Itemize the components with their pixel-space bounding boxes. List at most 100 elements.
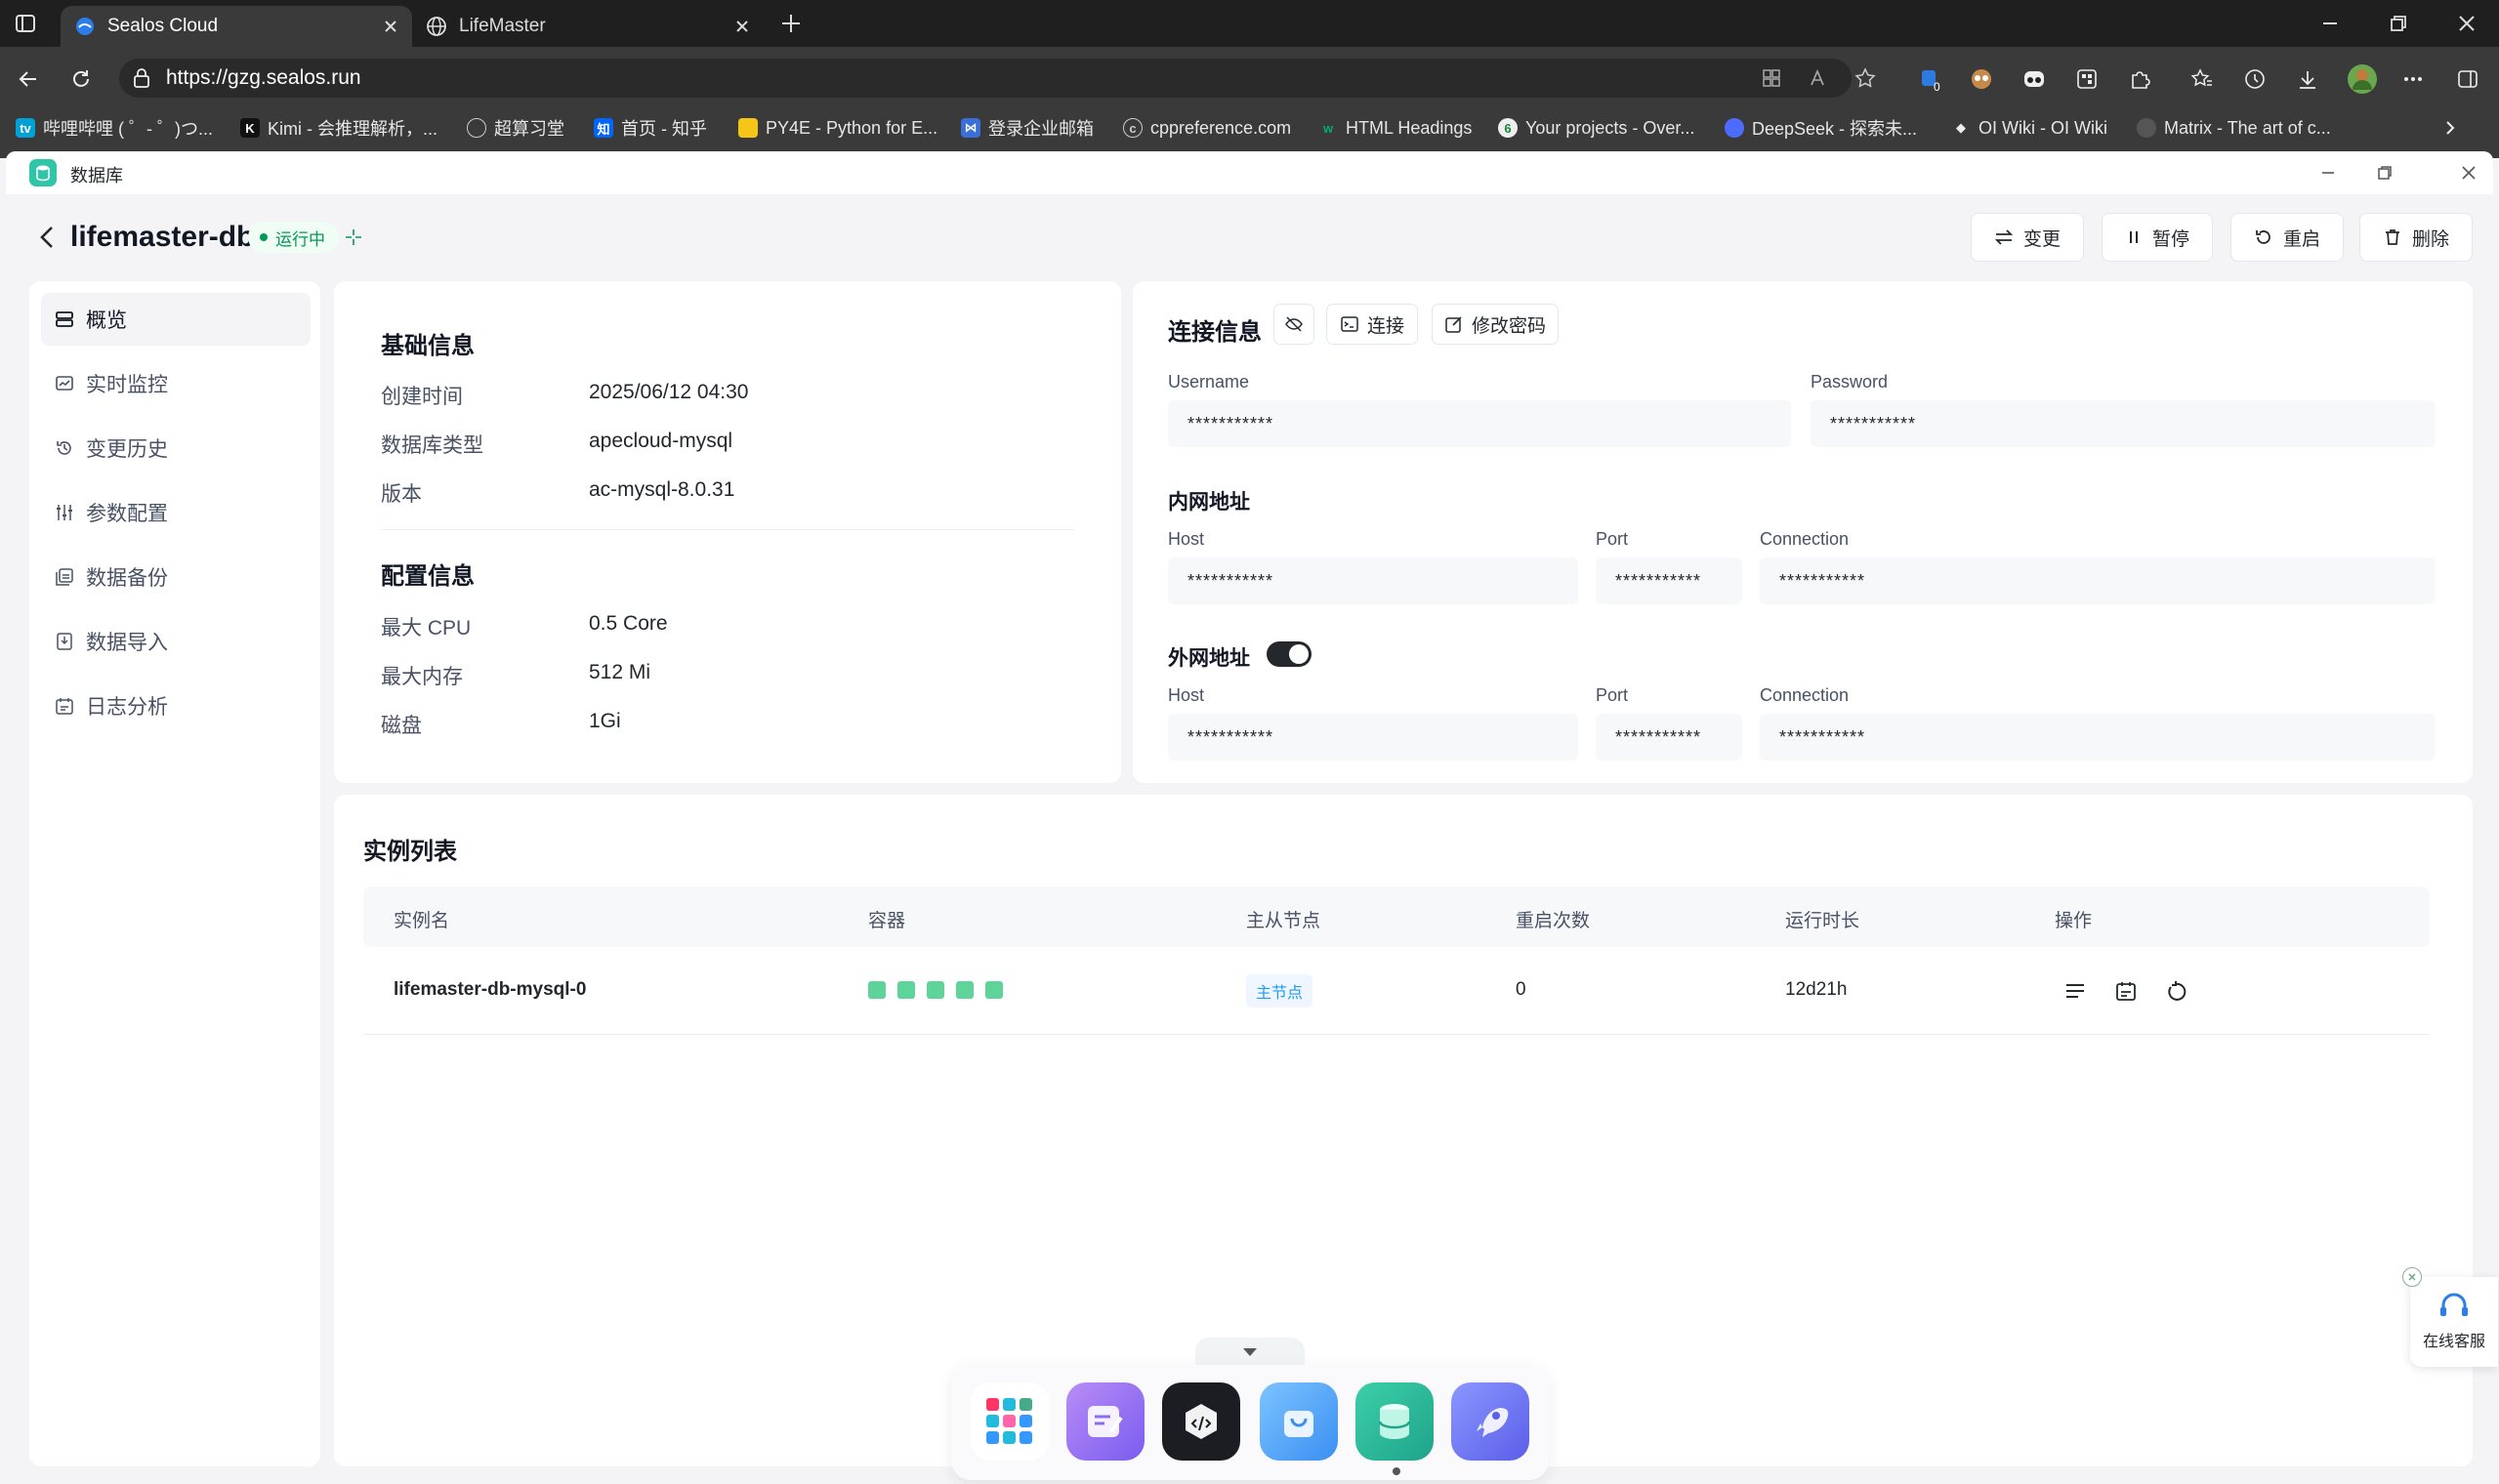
restart-instance-icon[interactable] [2162,976,2191,1006]
container-status-square[interactable] [868,981,886,999]
change-password-button[interactable]: 修改密码 [1432,304,1559,345]
owl-extension-icon[interactable] [1967,64,1996,94]
sidebar-item-overview[interactable]: 概览 [41,293,311,346]
internal-connection-field[interactable]: *********** [1760,557,2436,604]
internal-host-label: Host [1168,529,1205,549]
app-available-icon[interactable] [1760,66,1783,90]
tab-actions-icon[interactable] [14,12,37,35]
pause-button[interactable]: 暂停 [2102,213,2213,262]
info-value: 2025/06/12 04:30 [589,381,749,403]
bookmark-label: HTML Headings [1346,117,1473,138]
container-status-square[interactable] [985,981,1003,999]
dock-app-deploy[interactable] [1451,1382,1529,1461]
bookmark-oi-wiki[interactable]: ◆ OI Wiki - OI Wiki [1951,111,2107,144]
bookmark-py4e[interactable]: PY4E - Python for E... [738,111,937,144]
bookmark-mail[interactable]: ⋈ 登录企业邮箱 [961,111,1094,144]
spy-extension-icon[interactable] [2020,64,2049,94]
app-maximize-icon[interactable] [2373,161,2396,185]
container-status-square[interactable] [927,981,944,999]
matrix-icon [2137,118,2156,138]
dock-app-launcher[interactable] [971,1382,1049,1461]
sidebar-item-import[interactable]: 数据导入 [41,615,311,668]
sidebar-item-monitor[interactable]: 实时监控 [41,357,311,410]
history-icon[interactable] [2240,64,2270,94]
restart-button[interactable]: 重启 [2230,213,2344,262]
external-connection-field[interactable]: *********** [1760,714,2436,761]
app-minimize-icon[interactable] [2316,161,2340,185]
sidebar-item-backup[interactable]: 数据备份 [41,551,311,603]
qr-code-icon[interactable] [2072,64,2102,94]
globe-icon [426,16,447,37]
container-status-square[interactable] [956,981,974,999]
tab-sealos-cloud[interactable]: Sealos Cloud [61,6,412,47]
close-tab-icon[interactable] [730,15,754,38]
favorites-icon[interactable] [2187,64,2217,94]
info-value: ac-mysql-8.0.31 [589,478,735,501]
close-tab-icon[interactable] [379,15,402,38]
database-app-icon [29,159,57,186]
monitor-icon [55,374,74,393]
minimize-window-icon[interactable] [2318,12,2342,35]
extension-badge-icon[interactable]: 0 [1916,64,1945,94]
view-details-icon[interactable] [2061,976,2090,1006]
monitor-events-icon[interactable] [2111,976,2141,1006]
online-support-widget[interactable]: 在线客服 [2410,1277,2498,1367]
more-bookmarks-icon[interactable] [2437,115,2463,141]
tab-lifemaster[interactable]: LifeMaster [412,6,764,47]
downloads-icon[interactable] [2293,64,2322,94]
back-arrow-icon[interactable] [33,223,61,252]
column-header: 操作 [2055,911,2093,931]
read-aloud-icon[interactable] [1807,66,1830,90]
external-host-field[interactable]: *********** [1168,714,1578,761]
close-support-icon[interactable] [2402,1267,2422,1287]
external-access-toggle[interactable] [1267,641,1312,667]
dock-app-devbox[interactable] [1162,1382,1240,1461]
dock-app-notes[interactable] [1066,1382,1145,1461]
bookmark-matrix[interactable]: Matrix - The art of c... [2137,111,2331,144]
more-menu-icon[interactable] [2398,64,2428,94]
bookmark-html-headings[interactable]: w HTML Headings [1318,111,1472,144]
globe-icon [467,118,486,138]
extensions-puzzle-icon[interactable] [2125,64,2154,94]
deepseek-icon [1725,118,1744,138]
delete-button[interactable]: 删除 [2359,213,2473,262]
bookmark-cppreference[interactable]: c cppreference.com [1123,111,1291,144]
connect-button[interactable]: 连接 [1326,304,1418,345]
profile-avatar[interactable] [2346,62,2379,96]
reload-icon[interactable] [66,64,96,94]
internal-host-field[interactable]: *********** [1168,557,1578,604]
sidebar-item-history[interactable]: 变更历史 [41,422,311,474]
sidebar-item-params[interactable]: 参数配置 [41,486,311,539]
app-close-icon[interactable] [2457,161,2480,185]
toggle-visibility-button[interactable] [1273,304,1314,345]
sparkle-icon[interactable] [342,226,365,249]
bookmark-zhihu[interactable]: 知首页 - 知乎 [594,111,707,144]
sidebar-toggle-icon[interactable] [2453,64,2482,94]
lock-icon[interactable] [131,67,152,89]
restore-window-icon[interactable] [2387,12,2410,35]
url-text[interactable]: https://gzg.sealos.run [166,66,361,90]
bookmark-kimi[interactable]: K Kimi - 会推理解析，... [240,111,437,144]
dock-app-database[interactable] [1355,1382,1434,1461]
bookmark-overleaf[interactable]: 6 Your projects - Over... [1498,111,1694,144]
back-icon[interactable] [14,64,43,94]
change-button[interactable]: 变更 [1971,213,2084,262]
username-field[interactable]: *********** [1168,400,1791,447]
dock-app-store[interactable] [1260,1382,1338,1461]
container-status-square[interactable] [897,981,915,999]
dock-collapse-handle[interactable] [1195,1338,1305,1365]
password-field[interactable]: *********** [1811,400,2436,447]
bookmark-chaosuan[interactable]: 超算习堂 [467,111,564,144]
bookmark-deepseek[interactable]: DeepSeek - 探索未... [1725,111,1917,144]
address-bar[interactable]: https://gzg.sealos.run [119,59,1876,98]
new-tab-icon[interactable] [777,10,805,37]
close-window-icon[interactable] [2455,12,2478,35]
mail-icon: ⋈ [961,118,980,138]
external-port-field[interactable]: *********** [1596,714,1742,761]
bookmark-bilibili[interactable]: tv 哔哩哔哩 ( ゜- ゜)つ... [16,111,213,144]
chevron-down-icon [1240,1345,1260,1359]
sidebar-item-logs[interactable]: 日志分析 [41,680,311,732]
favorite-star-icon[interactable] [1853,66,1877,90]
internal-port-field[interactable]: *********** [1596,557,1742,604]
pause-icon [2125,228,2143,246]
